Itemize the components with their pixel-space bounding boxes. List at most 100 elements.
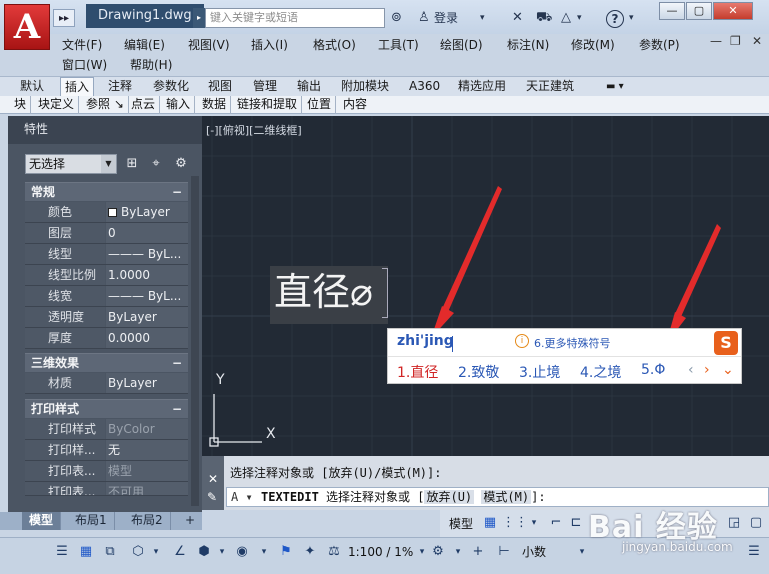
line-weight-icon[interactable]: ☰ <box>52 542 72 562</box>
collapse-icon[interactable]: − <box>172 354 182 373</box>
menu-minimize-icon[interactable]: — <box>710 34 722 48</box>
infer-constraints-icon[interactable]: ⌐ <box>546 513 566 533</box>
isometric-drafting-icon[interactable]: ⬢ <box>194 542 214 562</box>
ime-prev-page-icon[interactable]: ‹ <box>688 362 694 378</box>
property-row[interactable]: 打印表... 模型 <box>25 461 188 482</box>
customization-menu-icon[interactable]: ☰ <box>744 542 764 562</box>
annotation-monitor-icon[interactable]: ▢ <box>746 513 766 533</box>
property-row[interactable]: 打印样... 无 <box>25 440 188 461</box>
menu-format[interactable]: 格式(O) <box>313 36 356 53</box>
chevron-down-icon[interactable]: ▾ <box>448 542 468 562</box>
panel-link-extract[interactable]: 链接和提取 <box>237 96 303 114</box>
login-link[interactable]: 登录 <box>434 8 458 28</box>
command-window-handle[interactable]: ✕ ✎ <box>202 456 224 510</box>
panel-data[interactable]: 数据 <box>202 96 232 114</box>
property-row[interactable]: 材质 ByLayer <box>25 373 188 394</box>
palette-scrollbar[interactable] <box>191 176 199 506</box>
ime-candidate[interactable]: 5.Φ <box>641 362 665 378</box>
workspace-gear-icon[interactable]: ⚙ <box>428 542 448 562</box>
isolate-objects-icon[interactable]: ⊢ <box>494 542 514 562</box>
property-row[interactable]: 颜色 ByLayer <box>25 202 188 223</box>
panel-block[interactable]: 块 <box>14 96 32 114</box>
property-row[interactable]: 线型比例 1.0000 <box>25 265 188 286</box>
customize-wrench-icon[interactable]: ✎ <box>207 490 217 504</box>
tab-addins[interactable]: 附加模块 <box>341 77 389 97</box>
tab-output[interactable]: 输出 <box>297 77 321 97</box>
panel-content[interactable]: 内容 <box>343 96 371 114</box>
ime-candidate[interactable]: 1.直径 <box>397 362 438 382</box>
command-option-mode[interactable]: 模式(M) <box>481 490 532 504</box>
menu-close-icon[interactable]: ✕ <box>752 34 762 48</box>
menu-dimension[interactable]: 标注(N) <box>507 36 549 53</box>
ime-candidate[interactable]: 4.之境 <box>580 362 621 382</box>
chevron-down-icon[interactable]: ▾ <box>480 8 485 28</box>
search-input[interactable]: 键入关键字或短语 <box>205 8 385 28</box>
tab-insert[interactable]: 插入 <box>60 77 95 97</box>
close-icon[interactable]: ✕ <box>208 472 218 486</box>
quick-access-toolbar-expand[interactable]: ▸▸ <box>53 9 75 27</box>
drawing-canvas[interactable]: [-][俯视][二维线框] Y X 直径⌀ zhi'jing i 6.更多特殊符… <box>202 116 769 456</box>
cart-icon[interactable]: ⛟ <box>536 8 552 28</box>
property-row[interactable]: 厚度 0.0000 <box>25 328 188 349</box>
minimize-button[interactable]: — <box>659 2 685 20</box>
panel-block-definition[interactable]: 块定义 <box>38 96 80 114</box>
menu-parametric[interactable]: 参数(P) <box>639 36 680 53</box>
panel-location[interactable]: 位置 <box>307 96 337 114</box>
auto-scale-icon[interactable]: ✦ <box>300 542 320 562</box>
command-option-undo[interactable]: 放弃(U) <box>424 490 475 504</box>
tab-a360[interactable]: A360 <box>409 77 440 97</box>
polar-tracking-icon[interactable]: ∠ <box>170 542 190 562</box>
menu-edit[interactable]: 编辑(E) <box>124 36 165 53</box>
a360-icon[interactable]: △ <box>561 8 571 28</box>
close-button[interactable]: ✕ <box>713 2 753 20</box>
toggle-pickadd-icon[interactable]: ⊞ <box>124 156 140 172</box>
model-space-button[interactable]: 模型 <box>446 513 476 535</box>
menu-restore-icon[interactable]: ❐ <box>730 34 741 48</box>
exchange-icon[interactable]: ✕ <box>512 8 523 28</box>
chevron-down-icon[interactable]: ▼ <box>101 155 116 173</box>
tab-featured-apps[interactable]: 精选应用 <box>458 77 506 97</box>
section-3d-effects[interactable]: 三维效果 − <box>25 353 188 372</box>
property-row[interactable]: 透明度 ByLayer <box>25 307 188 328</box>
chevron-down-icon[interactable]: ▾ <box>254 542 274 562</box>
property-row[interactable]: 图层 0 <box>25 223 188 244</box>
chevron-down-icon[interactable]: ▾ <box>146 542 166 562</box>
ime-next-page-icon[interactable]: › <box>704 362 710 378</box>
section-general[interactable]: 常规 − <box>25 182 188 201</box>
add-layout-button[interactable]: + <box>178 512 202 530</box>
menu-tools[interactable]: 工具(T) <box>378 36 419 53</box>
object-snap-tracking-icon[interactable]: ◉ <box>232 542 252 562</box>
menu-modify[interactable]: 修改(M) <box>571 36 615 53</box>
annotation-scale-icon[interactable]: ⚖ <box>324 542 344 562</box>
section-plot-style[interactable]: 打印样式 − <box>25 399 188 418</box>
selection-cycling-icon[interactable]: ◲ <box>724 513 744 533</box>
menu-insert[interactable]: 插入(I) <box>251 36 288 53</box>
property-row[interactable]: 线型 ——— ByL... <box>25 244 188 265</box>
quick-properties-icon[interactable]: ⧉ <box>100 542 120 562</box>
grid-icon[interactable]: ▦ <box>480 513 500 533</box>
panel-point-cloud[interactable]: 点云 <box>131 96 161 114</box>
panel-import[interactable]: 输入 <box>166 96 196 114</box>
ribbon-options-icon[interactable]: ▬ ▾ <box>606 77 624 97</box>
ime-candidate[interactable]: 3.止境 <box>519 362 560 382</box>
tab-tangent[interactable]: 天正建筑 <box>526 77 574 97</box>
tab-manage[interactable]: 管理 <box>253 77 277 97</box>
tab-default[interactable]: 默认 <box>20 77 44 97</box>
application-menu-button[interactable]: A <box>4 4 50 50</box>
chevron-down-icon[interactable]: ▾ <box>577 8 582 28</box>
collapse-icon[interactable]: − <box>172 183 182 202</box>
snap-icon[interactable]: ⋮⋮ <box>502 513 528 533</box>
chevron-down-icon[interactable]: ▾ <box>629 8 634 28</box>
property-row[interactable]: 打印表... 不可用 <box>25 482 188 496</box>
menu-file[interactable]: 文件(F) <box>62 36 102 53</box>
property-row[interactable]: 打印样式 ByColor <box>25 419 188 440</box>
binoculars-icon[interactable]: ⊚ <box>391 8 402 28</box>
command-text-icon[interactable]: A ▾ <box>231 488 253 506</box>
tab-layout1[interactable]: 布局1 <box>68 512 115 530</box>
menu-window[interactable]: 窗口(W) <box>62 56 107 73</box>
search-expand-icon[interactable]: ▸ <box>193 8 205 28</box>
help-button[interactable]: ? <box>606 10 624 28</box>
tab-view[interactable]: 视图 <box>208 77 232 97</box>
maximize-button[interactable]: ▢ <box>686 2 712 20</box>
annotation-scale[interactable]: 1:100 / 1% <box>348 545 413 559</box>
